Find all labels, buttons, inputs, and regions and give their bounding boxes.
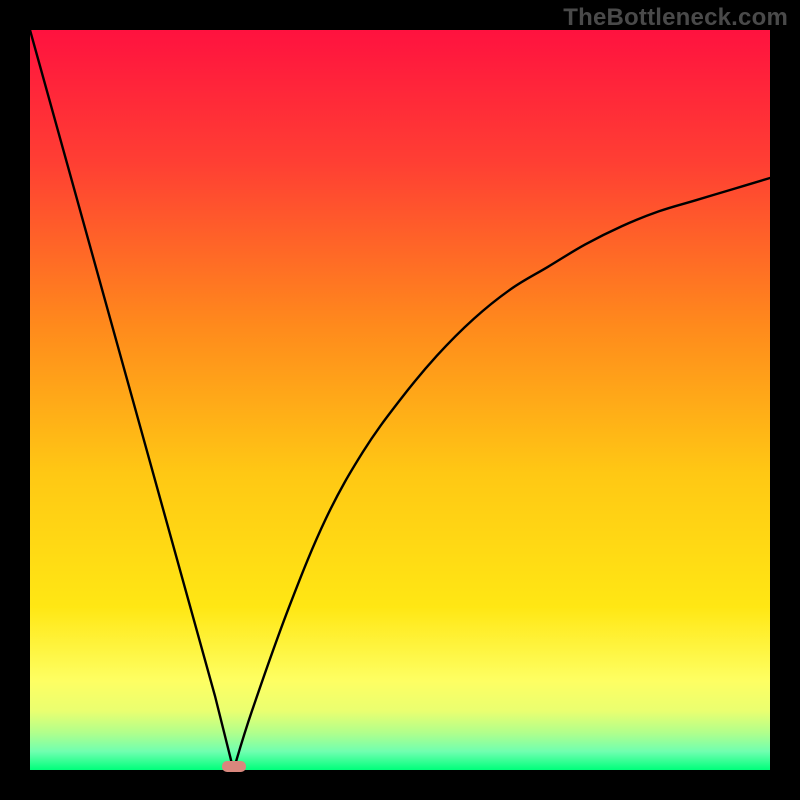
bottleneck-marker [222,761,246,772]
chart-frame: TheBottleneck.com [0,0,800,800]
watermark-text: TheBottleneck.com [563,4,788,32]
plot-area [30,30,770,770]
chart-svg [30,30,770,770]
